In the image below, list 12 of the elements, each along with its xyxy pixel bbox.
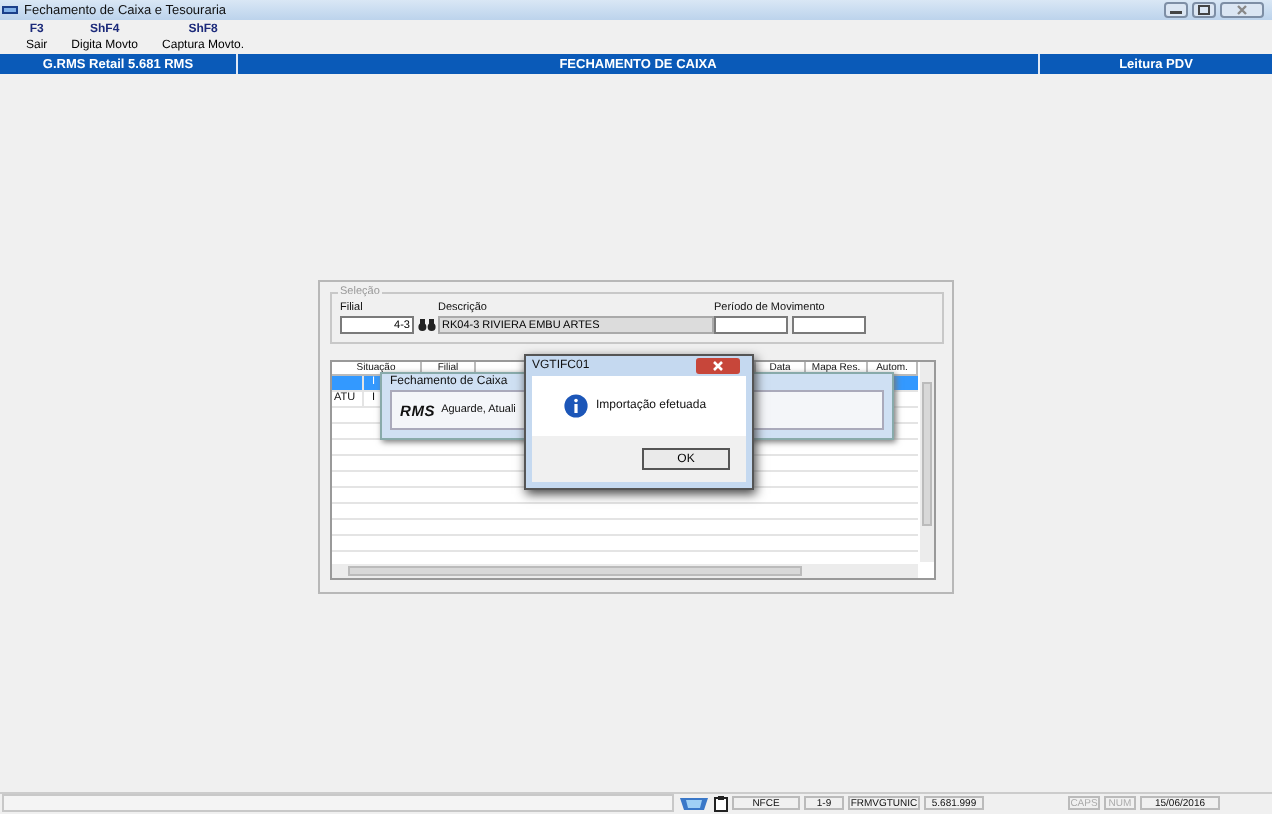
close-icon[interactable] bbox=[696, 358, 740, 374]
clipboard-icon bbox=[714, 795, 728, 811]
horizontal-scrollbar[interactable] bbox=[332, 564, 918, 578]
minimize-icon[interactable] bbox=[1164, 2, 1188, 18]
app-icon bbox=[2, 4, 18, 16]
maximize-icon[interactable] bbox=[1192, 2, 1216, 18]
info-icon bbox=[564, 394, 588, 418]
monitor-icon bbox=[678, 795, 710, 811]
date-field[interactable] bbox=[714, 316, 788, 334]
vertical-scrollbar[interactable] bbox=[920, 362, 934, 562]
binoculars-icon[interactable] bbox=[418, 318, 436, 332]
date-field[interactable] bbox=[792, 316, 866, 334]
